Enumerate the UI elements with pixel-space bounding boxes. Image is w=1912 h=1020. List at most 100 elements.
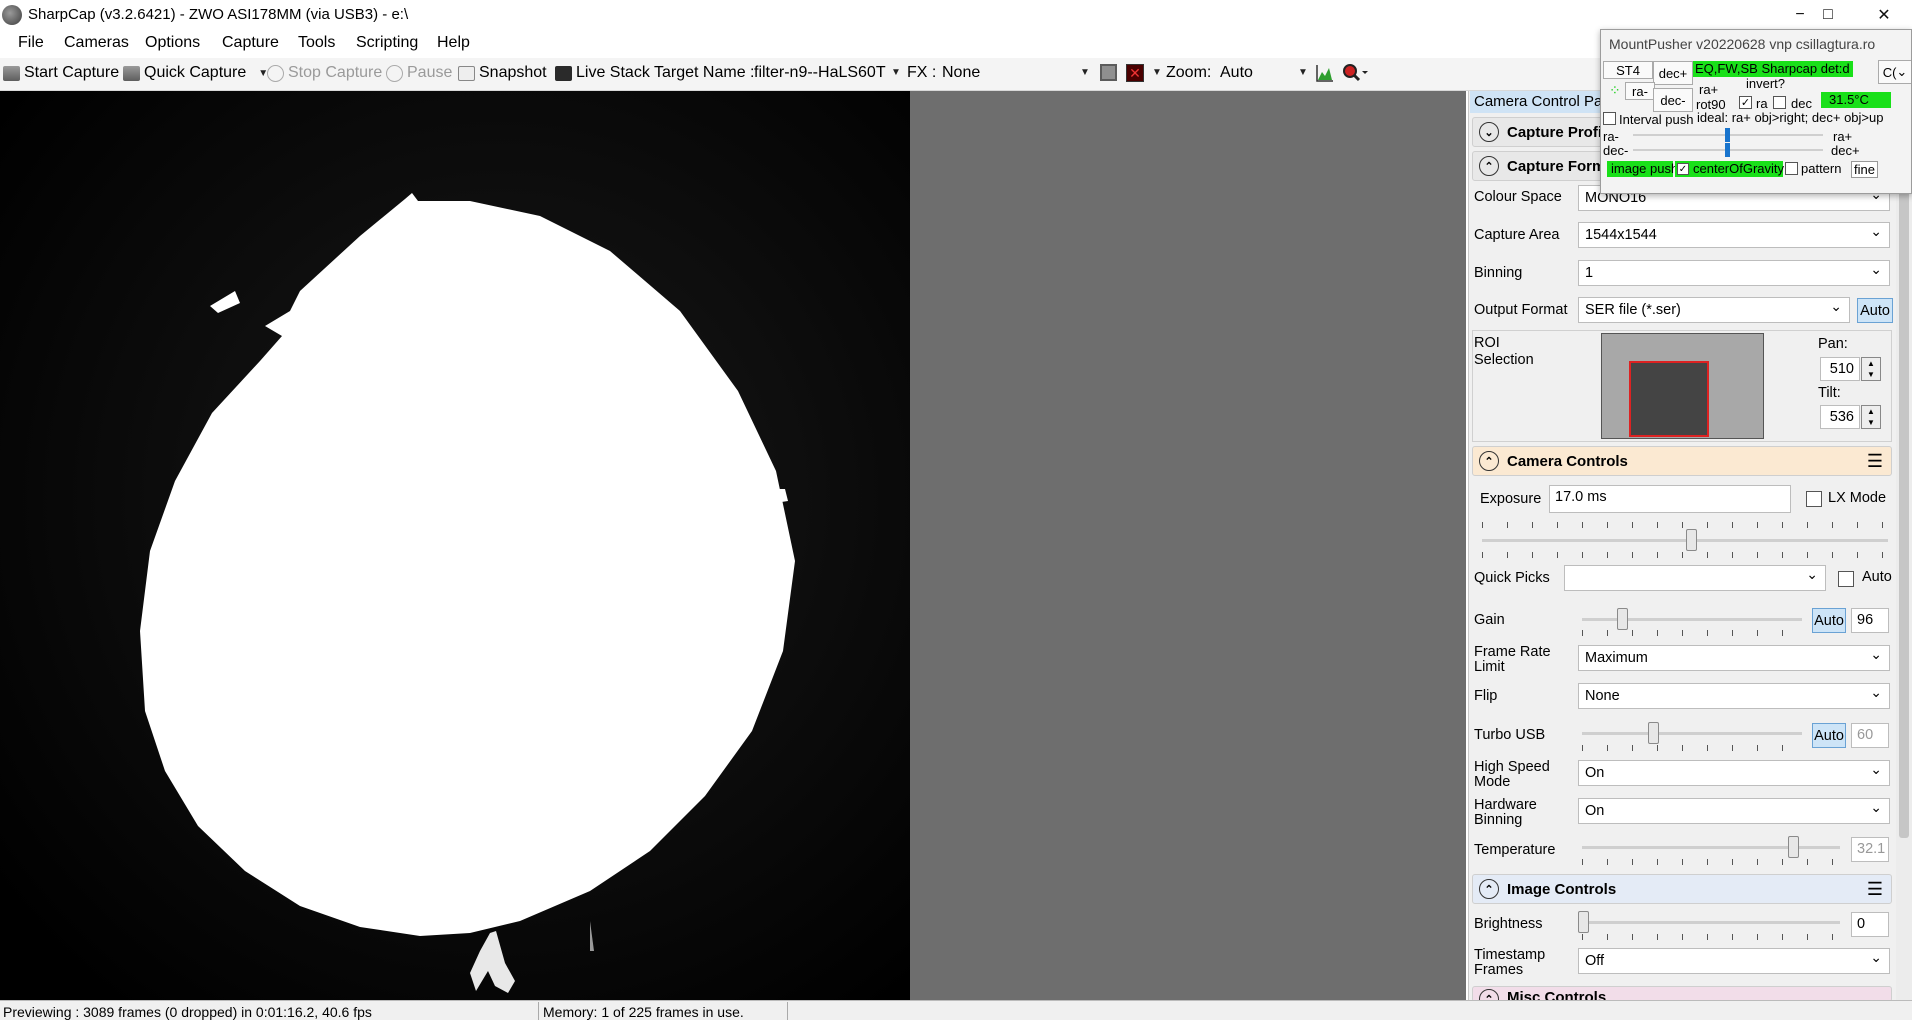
invert-dec-checkbox[interactable] — [1773, 96, 1786, 109]
crosshair-icon[interactable]: ✕ — [1126, 64, 1144, 82]
hardware-binning-select[interactable]: On — [1578, 798, 1890, 824]
tilt-spinner[interactable]: ▲ ▼ — [1861, 405, 1881, 429]
pan-spinner[interactable]: ▲ ▼ — [1861, 357, 1881, 381]
mountpusher-combo-value: C( — [1882, 64, 1897, 80]
binning-select[interactable]: 1 — [1578, 260, 1890, 286]
histogram-icon[interactable] — [1316, 64, 1334, 86]
pattern-checkbox[interactable] — [1785, 162, 1798, 175]
center-of-gravity-checkbox[interactable]: ✓ — [1677, 163, 1689, 175]
zoom-select[interactable]: Auto — [1220, 64, 1300, 82]
gain-slider-thumb[interactable] — [1617, 608, 1628, 630]
panel-scrollbar-thumb[interactable] — [1899, 118, 1909, 838]
menu-cameras[interactable]: Cameras — [64, 34, 129, 52]
image-push-label[interactable]: image push — [1607, 161, 1678, 177]
exposure-slider-track[interactable] — [1482, 539, 1888, 542]
pause-icon — [386, 64, 403, 82]
snapshot-label: Snapshot — [479, 64, 547, 81]
dec-plus-button[interactable]: dec+ — [1653, 61, 1693, 85]
pause-button[interactable]: Pause — [386, 64, 452, 82]
close-button[interactable]: ✕ — [1856, 0, 1912, 29]
turbo-usb-auto-button[interactable]: Auto — [1812, 723, 1846, 748]
gain-slider-track[interactable] — [1582, 618, 1802, 621]
high-speed-label: High Speed — [1474, 759, 1550, 775]
brightness-slider-thumb[interactable] — [1578, 911, 1589, 933]
camera-controls-label: Camera Controls — [1507, 452, 1628, 470]
image-controls-header[interactable]: ⌃ Image Controls ☰ — [1472, 874, 1892, 904]
output-format-select[interactable]: SER file (*.ser) — [1578, 297, 1850, 323]
flip-select[interactable]: None — [1578, 683, 1890, 709]
maximize-icon: □ — [1823, 5, 1833, 23]
stop-capture-button[interactable]: Stop Capture — [267, 64, 382, 82]
output-format-auto-button[interactable]: Auto — [1857, 298, 1893, 323]
gain-input[interactable]: 96 — [1851, 608, 1889, 633]
sun-disk-image — [0, 91, 910, 1000]
tilt-input[interactable]: 536 — [1820, 405, 1860, 429]
target-name-input[interactable]: filter-n9--HaLS60T — [754, 64, 904, 82]
hamburger-menu-icon[interactable]: ☰ — [1867, 879, 1883, 900]
menu-help[interactable]: Help — [437, 34, 470, 52]
live-stack-button[interactable]: Live Stack — [555, 64, 650, 82]
pan-input[interactable]: 510 — [1820, 357, 1860, 381]
center-of-gravity-option[interactable]: ✓ centerOfGravity — [1675, 161, 1784, 177]
menu-file[interactable]: File — [18, 34, 44, 52]
ra-slider-thumb[interactable] — [1725, 128, 1730, 142]
zoom-dropdown-icon[interactable]: ▼ — [1298, 67, 1308, 78]
frame-rate-label-2: Limit — [1474, 659, 1505, 675]
lx-mode-checkbox[interactable] — [1806, 491, 1822, 507]
ideal-hint: ideal: ra+ obj>right; dec+ obj>up — [1697, 110, 1884, 125]
brightness-input[interactable]: 0 — [1851, 912, 1889, 937]
tilt-label: Tilt: — [1818, 385, 1841, 401]
brightness-slider-track[interactable] — [1582, 921, 1840, 924]
mountpusher-window[interactable]: MountPusher v20220628 vnp csillagtura.ro… — [1600, 29, 1912, 194]
fx-select[interactable]: None — [942, 64, 1092, 82]
temperature-ticks — [1582, 859, 1840, 865]
exposure-slider-thumb[interactable] — [1686, 529, 1697, 551]
menu-options[interactable]: Options — [145, 34, 200, 52]
timestamp-frames-select[interactable]: Off — [1578, 948, 1890, 974]
gain-auto-button[interactable]: Auto — [1812, 608, 1846, 633]
reticle-icon[interactable] — [1100, 64, 1117, 81]
output-format-label: Output Format — [1474, 302, 1568, 318]
turbo-usb-slider-track[interactable] — [1582, 732, 1802, 735]
binning-value: 1 — [1585, 265, 1594, 281]
menu-capture[interactable]: Capture — [222, 34, 279, 52]
quick-picks-label: Quick Picks — [1474, 570, 1550, 586]
dec-minus-button[interactable]: dec- — [1653, 88, 1693, 112]
st4-button[interactable]: ST4 — [1603, 61, 1653, 79]
menu-scripting[interactable]: Scripting — [356, 34, 418, 52]
quick-capture-button[interactable]: Quick Capture ▼ — [123, 64, 268, 82]
fine-button[interactable]: fine — [1851, 161, 1878, 178]
quick-picks-auto-checkbox[interactable] — [1838, 571, 1854, 587]
fx-dropdown-icon[interactable]: ▼ — [1080, 67, 1090, 78]
gain-label: Gain — [1474, 612, 1505, 628]
hamburger-menu-icon[interactable]: ☰ — [1867, 451, 1883, 472]
dec-slider-thumb[interactable] — [1725, 143, 1730, 157]
snapshot-button[interactable]: Snapshot — [458, 64, 547, 82]
target-name-dropdown-icon[interactable]: ▼ — [891, 67, 901, 78]
zoom-label: Zoom: — [1166, 64, 1212, 81]
turbo-usb-slider-thumb[interactable] — [1648, 722, 1659, 744]
menu-tools[interactable]: Tools — [298, 34, 335, 52]
ra-minus-button[interactable]: ra- — [1625, 82, 1655, 100]
roi-selector[interactable] — [1601, 333, 1764, 439]
crosshair-dropdown-icon[interactable]: ▼ — [1152, 67, 1162, 78]
mountpusher-combo[interactable]: C(⌄ — [1878, 60, 1911, 84]
zoom-tool-icon[interactable] — [1342, 63, 1368, 87]
quick-picks-select[interactable] — [1564, 565, 1826, 591]
invert-ra-checkbox[interactable]: ✓ — [1739, 96, 1752, 109]
colour-space-label: Colour Space — [1474, 189, 1562, 205]
exposure-ticks-bottom — [1482, 552, 1888, 558]
temperature-slider-thumb — [1788, 836, 1799, 858]
interval-push-checkbox[interactable] — [1603, 112, 1616, 125]
roi-rectangle[interactable] — [1629, 361, 1709, 437]
capture-area-select[interactable]: 1544x1544 — [1578, 222, 1890, 248]
sun-preview-image[interactable] — [0, 91, 910, 1000]
maximize-button[interactable]: □ — [1800, 0, 1856, 29]
turbo-usb-input[interactable]: 60 — [1851, 723, 1889, 748]
high-speed-select[interactable]: On — [1578, 760, 1890, 786]
frame-rate-select[interactable]: Maximum — [1578, 645, 1890, 671]
camera-controls-header[interactable]: ⌃ Camera Controls ☰ — [1472, 446, 1892, 476]
start-capture-button[interactable]: Start Capture — [3, 64, 119, 82]
ra-plus-label[interactable]: ra+ — [1699, 82, 1718, 97]
exposure-input[interactable]: 17.0 ms — [1549, 485, 1791, 513]
